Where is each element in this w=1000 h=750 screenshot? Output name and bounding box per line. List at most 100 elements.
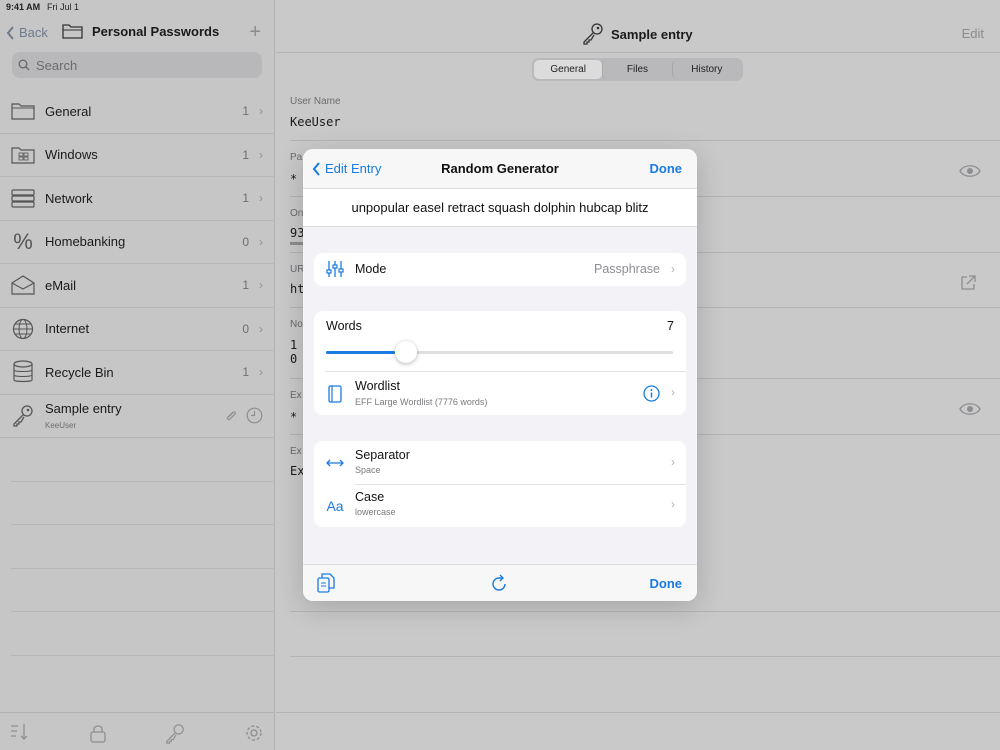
envelope-icon (11, 273, 35, 297)
folder-icon (11, 99, 35, 123)
chevron-right-icon: › (259, 191, 263, 206)
group-row-network[interactable]: Network 1 › (0, 177, 275, 221)
separator-sub: Space (355, 465, 381, 475)
generator-toolbar: Done (303, 564, 697, 601)
eye-icon[interactable] (959, 402, 981, 421)
group-label: Recycle Bin (45, 364, 114, 380)
back-label: Back (19, 25, 48, 40)
search-icon (18, 59, 30, 71)
case-sub: lowercase (355, 507, 396, 517)
group-row-recycle-bin[interactable]: Recycle Bin 1 › (0, 351, 275, 395)
sort-icon[interactable] (10, 723, 30, 743)
search-input[interactable]: Search (12, 52, 262, 78)
windows-icon (11, 143, 35, 167)
chevron-right-icon: › (671, 385, 675, 399)
status-time: 9:41 AM (6, 2, 41, 12)
field-label: Ex (290, 390, 302, 401)
wordlist-sub: EFF Large Wordlist (7776 words) (355, 397, 488, 407)
edit-entry-back-button[interactable]: Edit Entry (312, 161, 381, 176)
open-link-icon[interactable] (960, 275, 976, 296)
chevron-right-icon: › (259, 365, 263, 380)
tab-files[interactable]: Files (602, 60, 671, 79)
chevron-right-icon: › (671, 497, 675, 511)
random-generator-sheet: Random Generator Edit Entry Done unpopul… (303, 149, 697, 601)
words-slider-thumb[interactable] (395, 341, 418, 363)
eye-icon[interactable] (959, 164, 981, 183)
chevron-right-icon: › (671, 455, 675, 469)
detail-tabs: General Files History (532, 58, 743, 81)
chevron-right-icon: › (259, 234, 263, 249)
empty-row-separator (11, 525, 275, 569)
sliders-icon (325, 259, 345, 279)
gear-icon[interactable] (244, 723, 264, 743)
empty-row-separator (11, 612, 275, 656)
wordlist-label: Wordlist (355, 379, 400, 393)
field-divider (290, 611, 1000, 612)
field-value[interactable]: * (290, 172, 297, 186)
field-divider (290, 656, 1000, 657)
field-value[interactable]: * (290, 410, 297, 424)
wordlist-row[interactable]: Wordlist EFF Large Wordlist (7776 words)… (314, 372, 686, 415)
add-entry-button[interactable]: + (249, 21, 261, 44)
separator-label: Separator (355, 448, 410, 462)
password-generator-icon[interactable] (164, 723, 184, 744)
sidebar-toolbar (0, 712, 275, 750)
empty-row-separator (11, 482, 275, 525)
group-label: eMail (45, 277, 77, 293)
group-row-internet[interactable]: Internet 0 › (0, 308, 275, 351)
tab-history[interactable]: History (671, 60, 741, 79)
info-icon[interactable] (643, 385, 660, 407)
detail-toolbar (276, 712, 1000, 750)
group-count: 1 (242, 104, 249, 119)
server-icon (11, 186, 35, 210)
words-slider[interactable] (326, 341, 673, 363)
sidebar: Back Personal Passwords + Search General… (0, 0, 275, 750)
group-row-email[interactable]: eMail 1 › (0, 264, 275, 308)
group-count: 1 (242, 191, 249, 206)
empty-row-separator (11, 569, 275, 612)
group-title-label: Personal Passwords (92, 23, 220, 39)
toolbar-done-button[interactable]: Done (650, 576, 683, 591)
arrows-left-right-icon (325, 453, 345, 473)
back-button[interactable]: Back (6, 25, 48, 40)
group-count: 1 (242, 147, 249, 162)
entry-title-header: Sample entry (581, 22, 693, 46)
mode-row[interactable]: Mode Passphrase › (314, 253, 686, 286)
generator-navbar: Random Generator Edit Entry Done (303, 149, 697, 189)
copy-icon[interactable] (317, 573, 335, 598)
case-row[interactable]: Aa Case lowercase › (314, 484, 686, 527)
entry-username: KeeUser (45, 420, 77, 430)
sidebar-navbar: Back Personal Passwords + (0, 18, 275, 48)
generated-passphrase[interactable]: unpopular easel retract squash dolphin h… (303, 189, 697, 227)
group-label: Homebanking (45, 234, 126, 250)
tab-general[interactable]: General (534, 60, 603, 79)
chevron-right-icon: › (259, 278, 263, 293)
header-divider (276, 52, 1000, 53)
lock-icon[interactable] (89, 723, 109, 743)
folder-open-icon (62, 24, 83, 39)
book-icon (325, 384, 345, 404)
done-button[interactable]: Done (650, 161, 683, 176)
format-card: Separator Space › Aa Case lowercase › (314, 441, 686, 527)
group-count: 1 (242, 365, 249, 380)
separator-row[interactable]: Separator Space › (314, 441, 686, 484)
chevron-left-icon (6, 25, 14, 40)
entry-row-sample[interactable]: Sample entry KeeUser (0, 395, 275, 438)
field-label: On (290, 208, 304, 219)
database-icon (11, 360, 35, 384)
group-row-general[interactable]: General 1 › (0, 90, 275, 134)
field-label: Ex (290, 446, 302, 457)
empty-row-separator (11, 438, 275, 482)
field-value[interactable]: KeeUser (290, 115, 341, 129)
regenerate-icon[interactable] (490, 573, 508, 598)
text-case-icon: Aa (326, 498, 344, 514)
group-row-windows[interactable]: Windows 1 › (0, 134, 275, 177)
group-row-homebanking[interactable]: % Homebanking 0 › (0, 221, 275, 264)
edit-button[interactable]: Edit (962, 26, 984, 41)
group-label: Internet (45, 321, 90, 337)
field-label: User Name (290, 96, 341, 107)
case-label: Case (355, 490, 385, 504)
status-date: Fri Jul 1 (47, 2, 80, 12)
chevron-right-icon: › (259, 321, 263, 336)
group-title: Personal Passwords (62, 22, 219, 40)
